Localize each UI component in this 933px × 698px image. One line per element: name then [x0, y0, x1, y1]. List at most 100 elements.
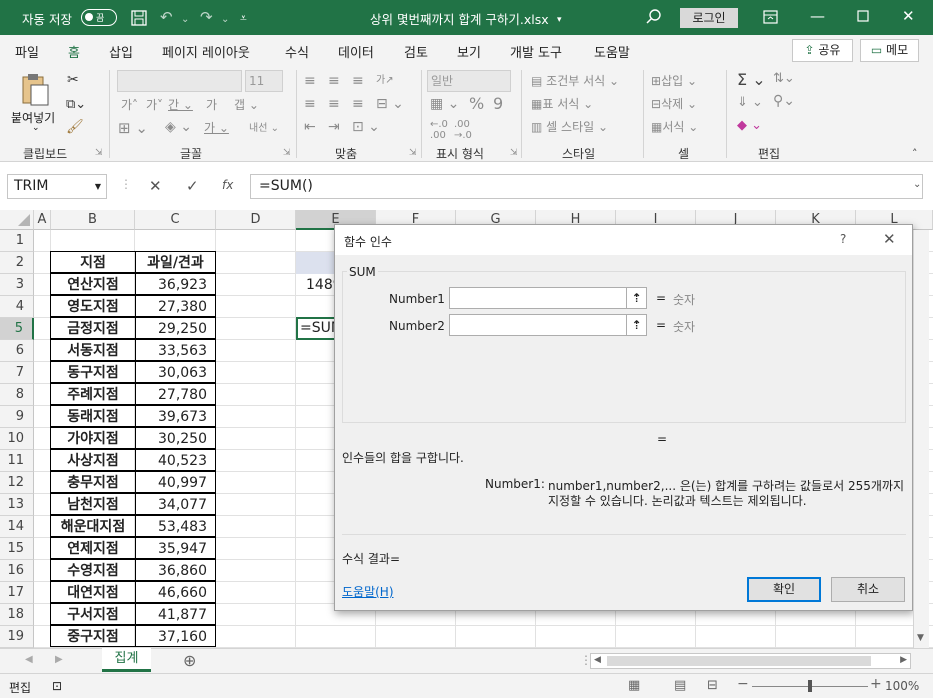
zoom-in-icon[interactable]: + [870, 676, 882, 692]
increase-font-icon[interactable]: 가˄ [121, 96, 138, 113]
zoom-level[interactable]: 100% [885, 679, 919, 693]
confirm-entry-icon[interactable]: ✓ [186, 177, 199, 195]
fill-icon[interactable]: ⇓ ⌄ [737, 95, 763, 110]
column-header-c[interactable]: C [135, 210, 216, 230]
table-cell-branch[interactable]: 주례지점 [50, 383, 136, 405]
format-painter-icon[interactable]: 🖌 [66, 119, 84, 135]
comma-icon[interactable]: 9 [493, 94, 503, 113]
table-cell-branch[interactable]: 대연지점 [50, 581, 136, 603]
minimize-icon[interactable]: — [810, 9, 825, 24]
number2-input[interactable]: ⇡ [449, 314, 647, 336]
clear-icon[interactable]: ◆ ⌄ [737, 118, 762, 133]
table-cell-value[interactable]: 34,077 [135, 493, 216, 515]
scroll-right-icon[interactable]: ▶ [900, 655, 907, 665]
font-launcher-icon[interactable]: ⇲ [283, 148, 291, 158]
increase-decimal-icon[interactable]: ←.0.00 [430, 119, 448, 141]
row-header-12[interactable]: 12 [0, 472, 34, 494]
tab-help[interactable]: 도움말 [594, 42, 630, 61]
table-cell-value[interactable]: 36,860 [135, 559, 216, 581]
cell-style-button[interactable]: ▥ 셀 스타일 ⌄ [531, 118, 608, 135]
decrease-decimal-icon[interactable]: .00 →.0 [454, 119, 472, 141]
login-button[interactable]: 로그인 [680, 8, 738, 28]
table-cell-value[interactable]: 39,673 [135, 405, 216, 427]
row-header-2[interactable]: 2 [0, 252, 34, 274]
row-header-18[interactable]: 18 [0, 604, 34, 626]
table-cell-value[interactable]: 33,563 [135, 339, 216, 361]
delete-cells-button[interactable]: ⊟삭제 ⌄ [651, 95, 697, 112]
dialog-help-icon[interactable]: ? [840, 232, 846, 246]
vertical-scrollbar[interactable]: ▼ [913, 230, 929, 648]
collapse-dialog-icon[interactable]: ⇡ [626, 288, 646, 308]
table-cell-value[interactable]: 27,380 [135, 295, 216, 317]
font-name-box[interactable] [117, 70, 242, 92]
table-header-value[interactable]: 과일/견과 [135, 251, 216, 273]
search-icon[interactable] [646, 9, 662, 28]
table-cell-branch[interactable]: 수영지점 [50, 559, 136, 581]
align-middle-icon[interactable]: ≡ [328, 73, 340, 89]
decrease-font-icon[interactable]: 가˅ [146, 96, 163, 113]
align-right-icon[interactable]: ≡ [352, 96, 364, 112]
zoom-slider-thumb[interactable] [808, 680, 812, 692]
scroll-left-icon[interactable]: ◀ [594, 655, 601, 665]
expand-formula-icon[interactable]: ⌄ [913, 179, 921, 190]
row-header-6[interactable]: 6 [0, 340, 34, 362]
strike-icon[interactable]: 가 [206, 96, 217, 113]
row-header-16[interactable]: 16 [0, 560, 34, 582]
row-header-11[interactable]: 11 [0, 450, 34, 472]
name-box-dropdown-icon[interactable]: ▼ [95, 175, 101, 198]
paste-icon[interactable] [20, 73, 50, 110]
row-header-8[interactable]: 8 [0, 384, 34, 406]
tab-file[interactable]: 파일 [15, 42, 39, 61]
align-bottom-icon[interactable]: ≡ [352, 73, 364, 89]
increase-indent-icon[interactable]: ⇥ [328, 119, 340, 135]
table-cell-branch[interactable]: 중구지점 [50, 625, 136, 647]
redo-dropdown-icon[interactable]: ⌄ [221, 12, 229, 27]
number-launcher-icon[interactable]: ⇲ [510, 148, 518, 158]
font-size-box[interactable]: 11 [245, 70, 283, 92]
table-cell-branch[interactable]: 금정지점 [50, 317, 136, 339]
find-icon[interactable]: ⚲⌄ [773, 93, 795, 109]
sort-filter-icon[interactable]: ⇅⌄ [773, 71, 795, 86]
formula-input[interactable]: =SUM() [250, 174, 923, 199]
cancel-button[interactable]: 취소 [831, 577, 905, 602]
phonetic-icon[interactable]: 갭 ⌄ [234, 96, 259, 113]
table-cell-value[interactable]: 37,160 [135, 625, 216, 647]
orientation-icon[interactable]: 가↗ [376, 71, 394, 86]
align-left-icon[interactable]: ≡ [304, 96, 316, 112]
clipboard-launcher-icon[interactable]: ⇲ [95, 148, 103, 158]
prev-sheet-icon[interactable]: ◀ [25, 654, 33, 665]
cell-e2-selection[interactable] [296, 252, 336, 274]
table-cell-value[interactable]: 46,660 [135, 581, 216, 603]
tab-formulas[interactable]: 수식 [285, 42, 309, 61]
maximize-icon[interactable] [857, 10, 869, 25]
format-table-button[interactable]: ▦표 서식 ⌄ [531, 95, 593, 112]
row-header-14[interactable]: 14 [0, 516, 34, 538]
accounting-icon[interactable]: ▦ ⌄ [430, 96, 459, 112]
alignment-launcher-icon[interactable]: ⇲ [409, 148, 417, 158]
row-header-5[interactable]: 5 [0, 318, 34, 340]
table-cell-branch[interactable]: 연산지점 [50, 273, 136, 295]
row-header-13[interactable]: 13 [0, 494, 34, 516]
save-icon[interactable] [131, 10, 147, 29]
table-cell-branch[interactable]: 사상지점 [50, 449, 136, 471]
table-cell-value[interactable]: 35,947 [135, 537, 216, 559]
cancel-entry-icon[interactable]: ✕ [149, 177, 162, 195]
tab-data[interactable]: 데이터 [338, 42, 374, 61]
undo-dropdown-icon[interactable]: ⌄ [181, 12, 189, 27]
select-all-corner[interactable] [0, 210, 34, 230]
tab-page-layout[interactable]: 페이지 레이아웃 [162, 42, 250, 61]
page-break-view-icon[interactable]: ⊟ [707, 678, 718, 693]
page-layout-view-icon[interactable]: ▤ [674, 678, 686, 693]
normal-view-icon[interactable]: ▦ [628, 678, 640, 693]
tab-developer[interactable]: 개발 도구 [510, 42, 562, 61]
add-sheet-icon[interactable]: ⊕ [183, 651, 196, 670]
conditional-format-button[interactable]: ▤ 조건부 서식 ⌄ [531, 72, 619, 89]
table-cell-branch[interactable]: 충무지점 [50, 471, 136, 493]
paste-dropdown-icon[interactable]: ⌄ [32, 123, 40, 133]
scroll-down-icon[interactable]: ▼ [917, 633, 924, 643]
table-cell-branch[interactable]: 영도지점 [50, 295, 136, 317]
name-box[interactable]: TRIM ▼ [7, 174, 107, 199]
table-cell-value[interactable]: 41,877 [135, 603, 216, 625]
font-extra-icon[interactable]: 내선 ⌄ [249, 119, 279, 134]
cell-e3[interactable]: 1489 [296, 274, 336, 296]
